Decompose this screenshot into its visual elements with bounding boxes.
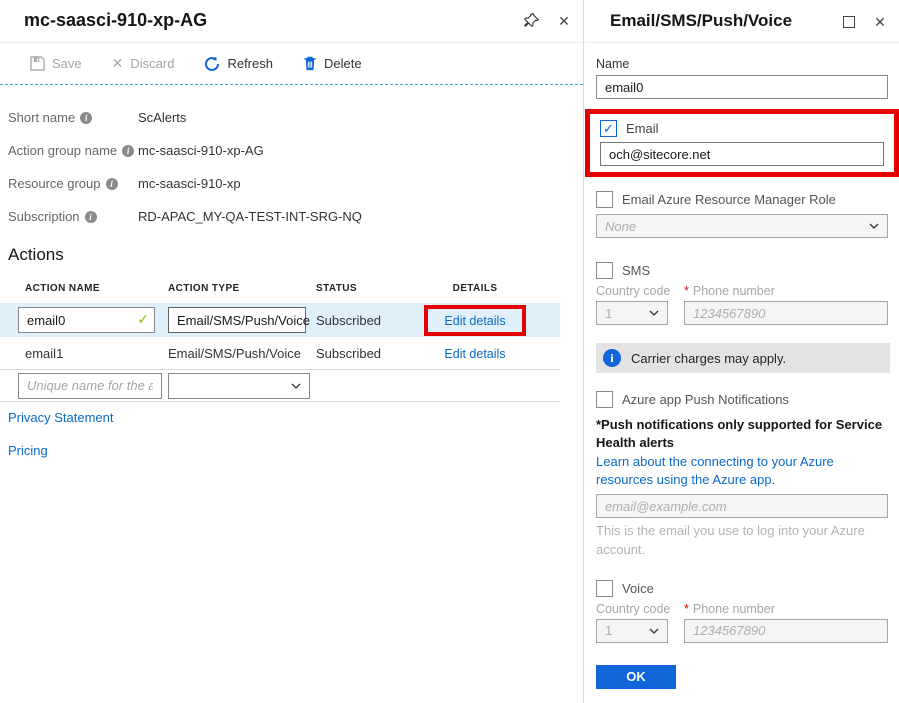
discard-button[interactable]: ✕ Discard — [112, 55, 175, 72]
column-header-details: DETAILS — [405, 283, 545, 294]
discard-icon: ✕ — [112, 55, 124, 72]
close-icon[interactable]: ✕ — [555, 12, 573, 30]
required-asterisk: * — [684, 602, 689, 616]
table-row: ✓ Email/SMS/Push/Voice Subscribed Edit d… — [0, 303, 560, 337]
info-icon: i — [85, 211, 97, 223]
close-icon[interactable]: ✕ — [871, 13, 889, 31]
info-icon: i — [80, 112, 92, 124]
push-checkbox-label: Azure app Push Notifications — [622, 392, 789, 407]
voice-country-code-dropdown[interactable]: 1 — [596, 619, 668, 643]
info-icon: i — [603, 349, 621, 367]
sms-checkbox-label: SMS — [622, 263, 650, 278]
email-checkbox-label: Email — [626, 121, 659, 136]
arm-role-dropdown[interactable]: None — [596, 214, 888, 238]
refresh-icon — [204, 56, 220, 72]
chevron-down-icon — [291, 383, 301, 389]
column-header-action-type: ACTION TYPE — [168, 283, 316, 294]
edit-details-link[interactable]: Edit details — [444, 347, 505, 361]
property-resource-group: Resource groupi mc-saasci-910-xp — [8, 167, 583, 200]
save-icon — [30, 56, 45, 71]
annotation-box: ✓ Email — [585, 109, 899, 177]
refresh-button[interactable]: Refresh — [204, 56, 273, 72]
property-short-name: Short namei ScAlerts — [8, 101, 583, 134]
table-row: email1 Email/SMS/Push/Voice Subscribed E… — [0, 337, 560, 369]
info-icon: i — [122, 145, 134, 157]
voice-checkbox-label: Voice — [622, 581, 654, 596]
sms-checkbox[interactable] — [596, 262, 613, 279]
push-note: *Push notifications only supported for S… — [596, 416, 886, 451]
info-banner-text: Carrier charges may apply. — [631, 351, 786, 366]
action-name-input[interactable] — [18, 307, 155, 333]
valid-check-icon: ✓ — [137, 311, 149, 328]
blade-header: Email/SMS/Push/Voice ✕ — [585, 0, 899, 43]
arm-role-checkbox-label: Email Azure Resource Manager Role — [622, 192, 836, 207]
voice-phone-label: Phone number — [693, 602, 775, 616]
property-list: Short namei ScAlerts Action group namei … — [0, 101, 583, 233]
voice-country-code-label: Country code — [596, 602, 684, 616]
pricing-link[interactable]: Pricing — [8, 443, 583, 458]
new-action-type-dropdown[interactable] — [168, 373, 310, 399]
chevron-down-icon — [869, 223, 879, 229]
action-group-blade: mc-saasci-910-xp-AG ✕ Save ✕ Discard — [0, 0, 584, 703]
required-asterisk: * — [684, 284, 689, 298]
chevron-down-icon — [649, 310, 659, 316]
privacy-statement-link[interactable]: Privacy Statement — [8, 410, 583, 425]
arm-role-checkbox[interactable] — [596, 191, 613, 208]
edit-details-link[interactable]: Edit details — [444, 314, 505, 328]
status-text: Subscribed — [316, 346, 405, 361]
panel-title: Email/SMS/Push/Voice — [610, 11, 792, 31]
trash-icon — [303, 56, 317, 71]
delete-button[interactable]: Delete — [303, 56, 362, 71]
maximize-icon[interactable] — [840, 13, 858, 31]
command-bar: Save ✕ Discard Refresh Delete — [0, 43, 583, 85]
property-action-group-name: Action group namei mc-saasci-910-xp-AG — [8, 134, 583, 167]
info-banner: i Carrier charges may apply. — [596, 343, 890, 373]
sms-phone-label: Phone number — [693, 284, 775, 298]
column-header-action-name: ACTION NAME — [18, 283, 168, 294]
email-checkbox[interactable]: ✓ — [600, 120, 617, 137]
action-type-dropdown[interactable]: Email/SMS/Push/Voice — [168, 307, 306, 333]
chevron-down-icon — [649, 628, 659, 634]
info-icon: i — [106, 178, 118, 190]
actions-heading: Actions — [0, 245, 583, 265]
azure-portal: mc-saasci-910-xp-AG ✕ Save ✕ Discard — [0, 0, 899, 703]
name-input[interactable] — [596, 75, 888, 99]
azure-app-learn-link[interactable]: Learn about the connecting to your Azure… — [596, 453, 886, 488]
annotation-box: Edit details — [424, 305, 525, 336]
sms-country-code-dropdown[interactable]: 1 — [596, 301, 668, 325]
email-sms-push-voice-blade: Email/SMS/Push/Voice ✕ Name ✓ Email Emai… — [585, 0, 899, 703]
checkmark-icon: ✓ — [603, 121, 614, 137]
actions-table: ACTION NAME ACTION TYPE STATUS DETAILS ✓… — [0, 273, 560, 402]
action-name-text: email1 — [18, 346, 168, 361]
property-subscription: Subscriptioni RD-APAC_MY-QA-TEST-INT-SRG… — [8, 200, 583, 233]
sms-country-code-label: Country code — [596, 284, 684, 298]
push-email-input[interactable] — [596, 494, 888, 518]
save-button[interactable]: Save — [30, 56, 82, 71]
voice-phone-input[interactable] — [684, 619, 888, 643]
voice-checkbox[interactable] — [596, 580, 613, 597]
sms-phone-input[interactable] — [684, 301, 888, 325]
table-row-new — [0, 369, 560, 402]
pin-icon[interactable] — [523, 12, 541, 30]
blade-header: mc-saasci-910-xp-AG ✕ — [0, 0, 583, 43]
new-action-name-input[interactable] — [18, 373, 162, 399]
table-header-row: ACTION NAME ACTION TYPE STATUS DETAILS — [0, 273, 560, 303]
ok-button[interactable]: OK — [596, 665, 676, 689]
action-type-text: Email/SMS/Push/Voice — [168, 346, 316, 361]
status-text: Subscribed — [316, 313, 405, 328]
push-helper-text: This is the email you use to log into yo… — [596, 522, 876, 560]
email-input[interactable] — [600, 142, 884, 166]
page-title: mc-saasci-910-xp-AG — [24, 10, 207, 31]
column-header-status: STATUS — [316, 283, 405, 294]
push-checkbox[interactable] — [596, 391, 613, 408]
name-label: Name — [596, 57, 888, 71]
